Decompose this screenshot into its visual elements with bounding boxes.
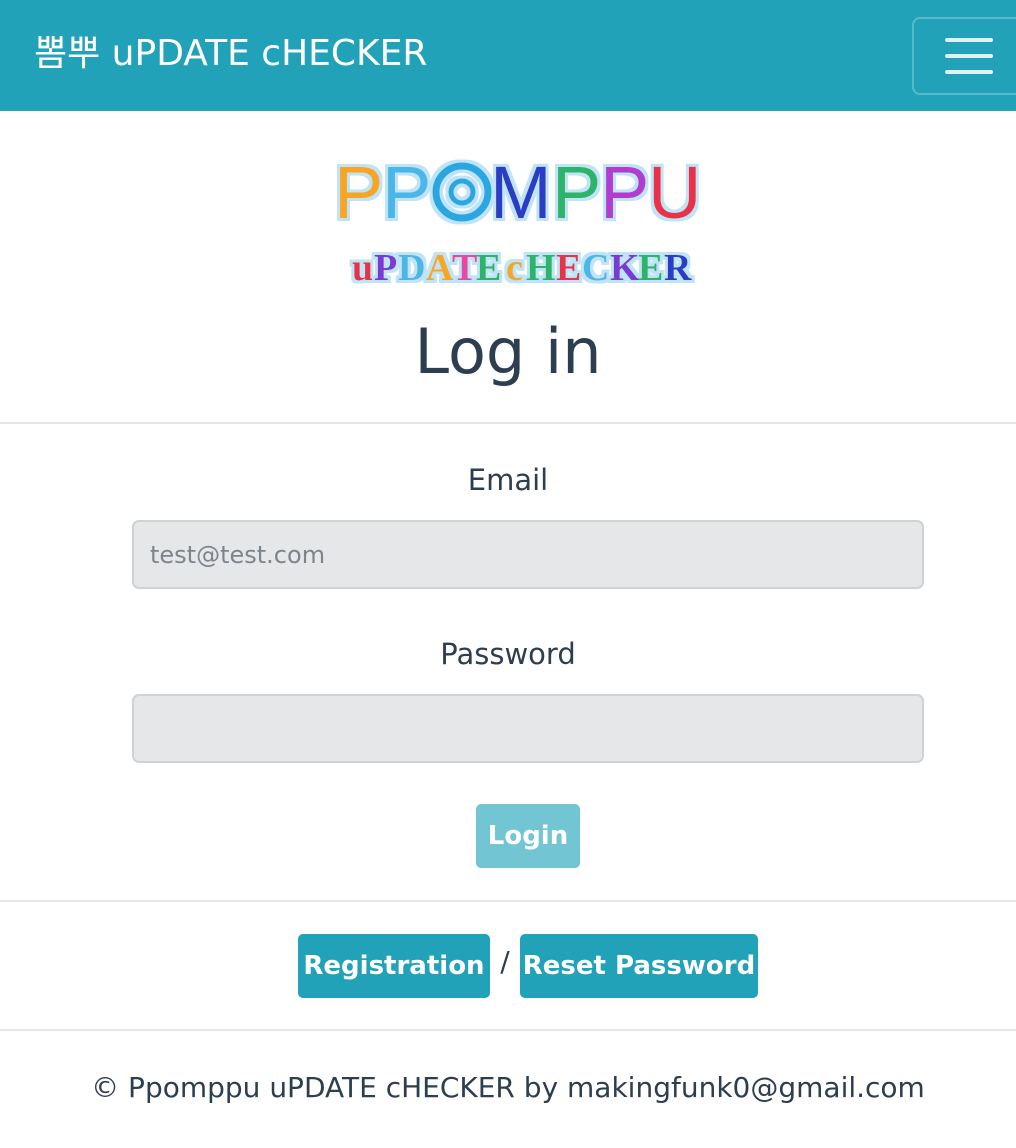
menu-bar [945,54,993,58]
login-button[interactable]: Login [476,804,580,868]
email-field[interactable] [132,520,924,589]
page-title: Log in [414,315,602,388]
logo-letter: R [664,247,692,289]
logo-letter: U [648,151,701,234]
divider [0,1029,1016,1031]
registration-button[interactable]: Registration [298,934,490,998]
menu-bar [945,70,993,74]
footer-copyright: © Ppomppu uPDATE cHECKER by makingfunk0@… [91,1071,925,1104]
logo-letter: c [506,247,523,289]
logo-letter: T [452,247,477,289]
logo-letter: P [600,151,649,234]
logo-letter: E [476,247,501,289]
logo-target-circle [432,162,492,222]
logo-letter: H [526,247,556,289]
logo-letter: P [374,247,397,289]
hamburger-menu-icon[interactable] [912,17,1016,95]
link-separator: / [500,945,510,978]
top-navbar: 뽐뿌 uPDATE cHECKER [0,0,1016,111]
logo-letter: P [552,151,601,234]
navbar-brand[interactable]: 뽐뿌 uPDATE cHECKER [34,30,427,78]
logo-letter: D [398,247,425,289]
ppomppu-logo: P P M P P U u P D A T E c H E C K E R [330,142,726,294]
password-label: Password [440,637,576,671]
email-label: Email [467,463,549,497]
logo-letter: A [426,247,454,289]
logo-letter: K [610,247,640,289]
menu-bar [945,38,993,42]
password-field[interactable] [132,694,924,763]
logo-letter: P [334,151,383,234]
logo-letter: P [382,151,431,234]
logo-letter: E [638,247,663,289]
logo-letter: C [582,247,609,289]
logo-letter: u [352,247,373,289]
logo-target-circle [448,178,476,206]
logo-letter: M [490,151,552,234]
divider [0,900,1016,902]
logo-letter: E [556,247,581,289]
reset-password-button[interactable]: Reset Password [520,934,758,998]
divider [0,422,1016,424]
